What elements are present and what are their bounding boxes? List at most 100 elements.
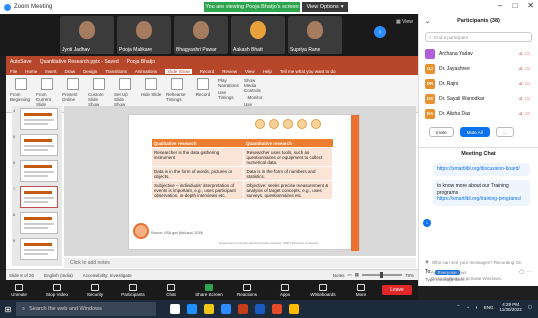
notes-pane[interactable]: Click to add notes	[64, 258, 416, 268]
ribbon-label: Play Narrations	[218, 78, 239, 88]
taskbar-search-input[interactable]: ⌕ Search the web and Windows	[16, 302, 156, 316]
accessibility-status[interactable]: Accessibility: Investigate	[83, 273, 132, 278]
menu-record[interactable]: Record	[200, 69, 215, 74]
unmute-button[interactable]: Unmute	[0, 283, 38, 297]
menu-help[interactable]: Help	[263, 69, 272, 74]
invite-button[interactable]: Invite	[429, 127, 454, 137]
security-button[interactable]: Security	[76, 283, 114, 297]
chrome-icon[interactable]	[272, 304, 282, 314]
clock[interactable]: 4:29 PM 11/30/2022	[500, 302, 522, 313]
word-icon[interactable]	[255, 304, 265, 314]
share-screen-button[interactable]: Share Screen	[190, 283, 228, 297]
ribbon-rehearse[interactable]: Rehearse Timings	[166, 78, 188, 109]
notifications-icon[interactable]: ▢	[528, 304, 532, 310]
normal-view-icon[interactable]: ▭	[347, 272, 351, 278]
ribbon-hide-slide[interactable]: Hide Slide	[140, 78, 162, 109]
edge-browser-icon[interactable]	[187, 304, 197, 314]
volume-icon[interactable]: ◖	[475, 305, 478, 310]
network-icon[interactable]: ◔	[466, 305, 469, 310]
maximize-button[interactable]: □	[512, 1, 517, 10]
chat-visibility-hint[interactable]: ◉ Who can see your messages? Recording O…	[419, 259, 538, 265]
scroll-down-icon[interactable]: ↓	[423, 219, 431, 227]
zoom-slider[interactable]: Notes ▭ ▦ 79%	[333, 272, 414, 278]
close-button[interactable]: ✕	[527, 1, 534, 10]
windows-start-icon[interactable]: ⊞	[0, 300, 16, 318]
ribbon-present-online[interactable]: Present Online	[62, 78, 84, 109]
participant-search-input[interactable]: ⌕ Find a participant	[425, 32, 532, 42]
slide-thumbnail-selected[interactable]	[20, 186, 58, 208]
chat-link[interactable]: https://smartlibl.org/discussion-board/	[437, 166, 520, 172]
app-title: Zoom Meeting	[14, 4, 53, 10]
menu-review[interactable]: Review	[222, 69, 237, 74]
ribbon-narrations[interactable]: Play Narrations Use Timings	[218, 78, 240, 109]
zoom-level: 79%	[404, 272, 414, 278]
menu-design[interactable]: Design	[83, 69, 97, 74]
slide-sorter-icon[interactable]: ▦	[355, 272, 359, 278]
whiteboards-button[interactable]: Whiteboards	[304, 283, 342, 297]
gallery-view-button[interactable]: ▦ View	[396, 19, 413, 25]
participant-row[interactable]: DA Dr. Alisha Das ⌀ ▭	[419, 106, 538, 121]
chevron-up-icon[interactable]: ⌃	[457, 304, 461, 310]
folder-icon[interactable]	[289, 304, 299, 314]
current-slide[interactable]: Qualitative research Quantitative resear…	[128, 114, 360, 251]
more-icon[interactable]: ⋯	[527, 269, 532, 275]
language-indicator[interactable]: ENG	[484, 305, 494, 310]
setup-icon	[119, 78, 131, 90]
slide-thumbnail[interactable]	[20, 212, 58, 234]
task-view-icon[interactable]	[170, 304, 180, 314]
menu-insert[interactable]: Insert	[45, 69, 56, 74]
slide-thumbnail[interactable]	[20, 238, 58, 260]
leave-button[interactable]: Leave	[382, 285, 412, 295]
slide-thumbnail[interactable]	[20, 108, 58, 130]
video-tile[interactable]: Pooja Malikare	[117, 16, 171, 54]
menu-slide-show[interactable]: Slide Show	[165, 68, 192, 74]
more-button[interactable]: More	[342, 283, 380, 297]
ribbon-custom-show[interactable]: Custom Slide Show	[88, 78, 110, 109]
notes-button[interactable]: Notes	[333, 273, 345, 278]
menu-draw[interactable]: Draw	[65, 69, 76, 74]
video-tile[interactable]: Aakash Bhatt	[231, 16, 285, 54]
file-explorer-icon[interactable]	[204, 304, 214, 314]
ribbon-monitor[interactable]: Show Media ControlsMonitorUse Presenter …	[244, 78, 266, 117]
video-tile[interactable]: Supriya Rane	[288, 16, 342, 54]
collapse-chevron-icon[interactable]: ⌄	[425, 18, 430, 25]
menu-view[interactable]: View	[245, 69, 255, 74]
participant-row[interactable]: Archana Yadav ⌀ ▭	[419, 46, 538, 61]
menu-home[interactable]: Home	[25, 69, 37, 74]
powerpoint-icon[interactable]	[238, 304, 248, 314]
slide-thumbnail[interactable]	[20, 160, 58, 182]
zoom-app-icon[interactable]	[221, 304, 231, 314]
more-options-button[interactable]: ...	[495, 127, 514, 137]
reactions-button[interactable]: Reactions	[228, 283, 266, 297]
menu-animations[interactable]: Animations	[135, 69, 157, 74]
video-tile[interactable]: Bhagyashri Pawar	[174, 16, 228, 54]
slide-thumbnail[interactable]	[20, 134, 58, 156]
video-tile[interactable]: Jyoti Jadhav	[60, 16, 114, 54]
zoom-track[interactable]	[361, 272, 402, 278]
menu-transitions[interactable]: Transitions	[105, 69, 127, 74]
participant-row[interactable]: DR Dr. Rajni ⌀ ▭	[419, 76, 538, 91]
mic-muted-icon: ⌀	[519, 50, 523, 57]
ribbon-from-current[interactable]: From Current Slide	[36, 78, 58, 109]
mute-all-button[interactable]: Mute All	[459, 127, 490, 137]
file-icon[interactable]: ▢	[519, 269, 524, 275]
participant-row[interactable]: DJ Dr. Jayashree ⌀ ▭	[419, 61, 538, 76]
avatar: DA	[425, 108, 435, 119]
slide-canvas: Qualitative research Quantitative resear…	[64, 106, 416, 256]
zoom-thumb[interactable]	[379, 272, 383, 278]
ribbon-from-beginning[interactable]: From Beginning	[10, 78, 32, 109]
minimize-button[interactable]: –	[498, 1, 502, 10]
tell-me-search[interactable]: Tell me what you want to do	[280, 69, 336, 74]
next-page-arrow-icon[interactable]: ›	[374, 26, 386, 38]
ribbon-record[interactable]: Record	[192, 78, 214, 109]
apps-button[interactable]: Apps	[266, 283, 304, 297]
ribbon-setup-show[interactable]: Set Up Slide Show	[114, 78, 136, 109]
participants-button[interactable]: Participants	[114, 283, 152, 297]
chat-button[interactable]: Chat	[152, 283, 190, 297]
stop-video-button[interactable]: Stop Video	[38, 283, 76, 297]
menu-file[interactable]: File	[10, 69, 17, 74]
chat-link[interactable]: https://smartlibl.org/training-programs/	[437, 196, 521, 202]
language-status[interactable]: English (India)	[44, 273, 73, 278]
view-options-button[interactable]: View Options ▾	[302, 2, 348, 12]
participant-row[interactable]: DS Dr. Sayali Wanodkar ⌀ ▭	[419, 91, 538, 106]
